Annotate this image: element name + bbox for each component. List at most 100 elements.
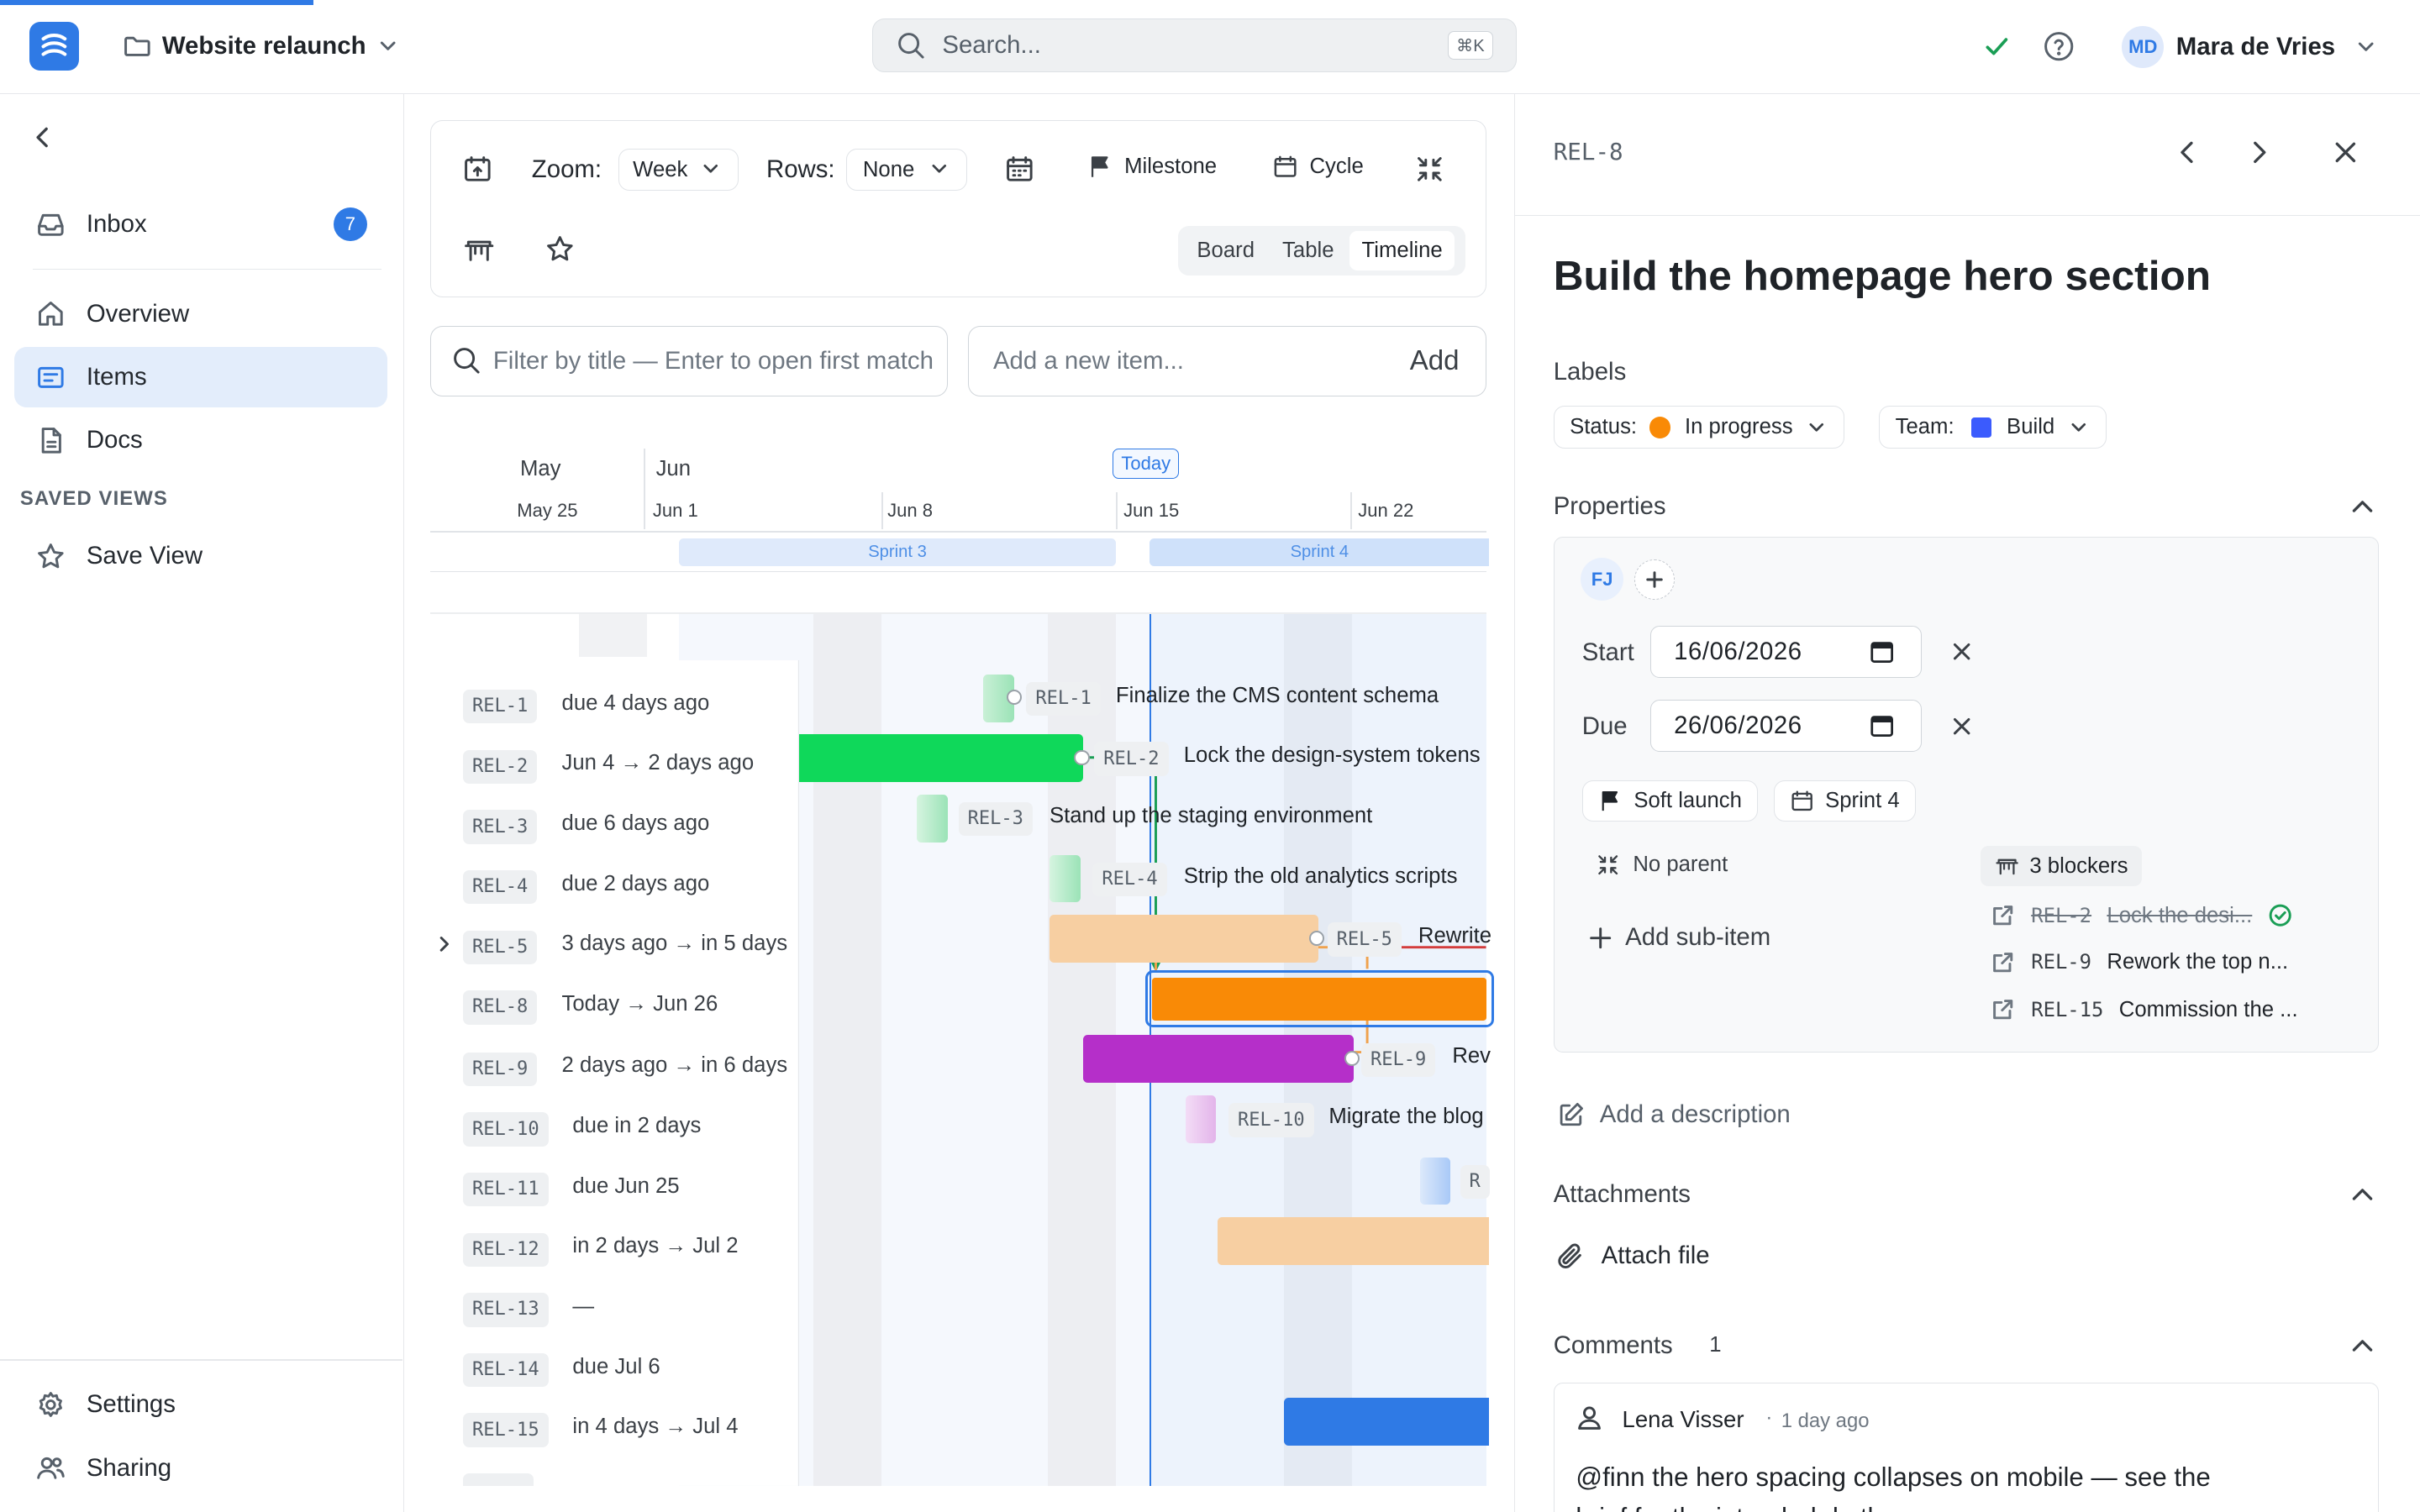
dependency-handle[interactable]	[1006, 689, 1022, 706]
chevron-down-icon	[699, 157, 723, 181]
blocker-item[interactable]: REL-9 Rework the top n...	[1991, 950, 2288, 974]
team-select[interactable]: Team: Build	[1879, 406, 2107, 449]
parent-selector[interactable]: No parent	[1596, 853, 1728, 877]
collapse-attachments-icon[interactable]	[2349, 1180, 2376, 1208]
row-id[interactable]: REL-13	[462, 1293, 549, 1327]
row-id[interactable]: REL-15	[462, 1413, 549, 1447]
row-id[interactable]: REL-10	[462, 1112, 549, 1147]
add-assignee-button[interactable]	[1634, 559, 1675, 600]
previous-item-icon[interactable]	[2172, 137, 2203, 168]
properties-card: FJ Start 16/06/2026 Due 26/06/2026 Soft …	[1553, 537, 2380, 1053]
collapse-sidebar-icon[interactable]	[29, 123, 57, 151]
row-id[interactable]: REL-4	[462, 869, 538, 905]
row-id[interactable]: REL-9	[462, 1052, 538, 1087]
today-marker[interactable]: Today	[1113, 449, 1180, 479]
search-bar[interactable]: Search... ⌘K	[871, 18, 1518, 73]
dependency-handle[interactable]	[1344, 1050, 1360, 1067]
rows-select[interactable]: None	[846, 149, 967, 191]
sidebar-item-settings[interactable]: Settings	[14, 1374, 387, 1435]
row-id[interactable]: REL-2	[462, 749, 538, 785]
user-menu[interactable]: MD Mara de Vries	[2122, 26, 2378, 68]
timeline-bar[interactable]	[916, 794, 948, 843]
timeline-bar[interactable]	[1049, 915, 1318, 963]
row-id[interactable]: REL-1	[462, 689, 538, 724]
help-icon[interactable]	[2042, 29, 2075, 63]
row-id[interactable]: REL-8	[462, 990, 538, 1025]
user-icon	[1576, 1404, 1603, 1431]
blocker-item[interactable]: REL-2 Lock the desi...	[1991, 903, 2292, 927]
clear-due-date-icon[interactable]	[1949, 714, 1974, 738]
timeline-bar[interactable]	[1218, 1217, 1490, 1266]
timeline-bar[interactable]	[1083, 1035, 1354, 1084]
item-title[interactable]: Build the homepage hero section	[1554, 251, 2211, 300]
chevron-right-icon[interactable]	[434, 933, 455, 955]
user-name: Mara de Vries	[2175, 33, 2336, 60]
close-icon[interactable]	[2330, 137, 2361, 168]
start-date-input[interactable]: 16/06/2026	[1649, 625, 1922, 679]
calendar-icon[interactable]	[1004, 154, 1035, 185]
row-id[interactable]: REL-11	[462, 1172, 549, 1207]
sidebar-item-label: Inbox	[86, 210, 147, 239]
cycle-chip[interactable]: Sprint 4	[1773, 780, 1917, 822]
sidebar-item-sharing[interactable]: Sharing	[14, 1438, 387, 1499]
timeline-bar[interactable]	[1419, 1157, 1451, 1205]
star-icon[interactable]	[544, 234, 576, 265]
dependency-handle[interactable]	[1308, 930, 1324, 946]
add-item-button[interactable]: Add	[1410, 345, 1460, 377]
zoom-select[interactable]: Week	[618, 149, 739, 191]
status-label: Status:	[1570, 415, 1638, 439]
row-dates: Jun 4 → 2 days ago	[561, 751, 755, 775]
save-view-button[interactable]: Save View	[14, 526, 387, 586]
view-tab-timeline[interactable]: Timeline	[1349, 230, 1455, 271]
row-id[interactable]: REL-12	[462, 1232, 549, 1267]
cycle-label: Cycle	[1309, 154, 1364, 178]
week-label: May 25	[517, 500, 578, 522]
row-dates: due 4 days ago	[561, 690, 710, 715]
timeline-bar[interactable]	[1185, 1095, 1217, 1143]
collapse-comments-icon[interactable]	[2349, 1331, 2376, 1359]
calendar-upload-icon[interactable]	[462, 154, 493, 185]
view-tab-table[interactable]: Table	[1270, 231, 1346, 270]
blockers-chip[interactable]: 3 blockers	[1980, 846, 2143, 887]
milestone-chip[interactable]: Soft launch	[1581, 780, 1759, 822]
dependency-handle[interactable]	[1074, 749, 1090, 765]
blocker-item[interactable]: REL-15 Commission the ...	[1991, 997, 2298, 1021]
add-sub-item-button[interactable]: Add sub-item	[1588, 923, 1770, 952]
milestone-button[interactable]: Milestone	[1087, 154, 1217, 180]
project-switcher[interactable]: Website relaunch	[122, 28, 400, 65]
next-item-icon[interactable]	[2244, 137, 2275, 168]
due-date-input[interactable]: 26/06/2026	[1649, 700, 1922, 753]
sprint-band[interactable]: Sprint 4	[1150, 538, 1490, 567]
timeline-bar-selected[interactable]	[1144, 970, 1494, 1028]
cycle-button[interactable]: Cycle	[1272, 154, 1364, 180]
timeline-bar[interactable]	[1284, 1398, 1490, 1446]
assignee-avatar[interactable]: FJ	[1580, 558, 1624, 601]
collapse-icon	[1596, 853, 1620, 877]
add-item-input[interactable]: Add a new item... Add	[967, 325, 1486, 397]
collapse-properties-icon[interactable]	[2349, 492, 2376, 520]
zoom-value: Week	[633, 157, 688, 181]
sidebar-item-docs[interactable]: Docs	[14, 411, 387, 471]
sidebar-item-inbox[interactable]: Inbox 7	[14, 194, 387, 255]
clear-start-date-icon[interactable]	[1949, 639, 1974, 664]
timeline-bar[interactable]	[799, 734, 1084, 783]
collapse-icon[interactable]	[1414, 154, 1445, 185]
row-id[interactable]: REL-3	[462, 810, 538, 844]
sprint-band[interactable]: Sprint 3	[679, 538, 1116, 567]
dependency-icon[interactable]	[462, 234, 496, 267]
filter-input[interactable]: Filter by title — Enter to open first ma…	[430, 325, 948, 397]
attach-file-button[interactable]: Attach file	[1555, 1241, 1710, 1272]
row-id[interactable]: REL-5	[462, 930, 538, 964]
add-description-button[interactable]: Add a description	[1556, 1100, 1791, 1130]
sidebar-item-overview[interactable]: Overview	[14, 284, 387, 344]
sidebar-item-items[interactable]: Items	[13, 347, 387, 407]
status-select[interactable]: Status: In progress	[1553, 406, 1845, 449]
week-divider	[1350, 491, 1352, 529]
timeline-bar[interactable]	[1049, 854, 1081, 903]
comment-author: Lena Visser	[1622, 1406, 1744, 1433]
chevron-down-icon	[2354, 34, 2378, 59]
view-tab-board[interactable]: Board	[1181, 231, 1270, 270]
inbox-icon	[35, 209, 66, 240]
app-logo[interactable]	[29, 21, 79, 71]
row-id[interactable]: REL-14	[462, 1352, 549, 1388]
